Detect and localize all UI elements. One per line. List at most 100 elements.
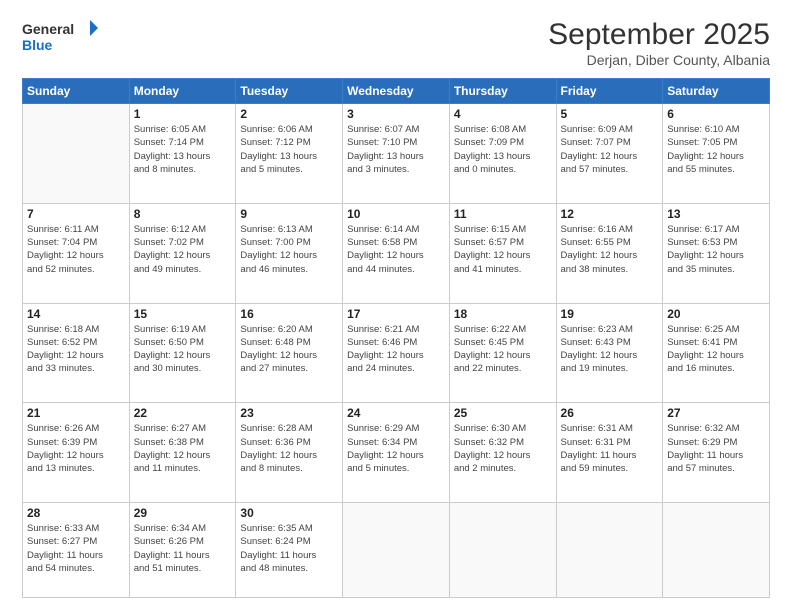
day-info: Sunrise: 6:33 AM Sunset: 6:27 PM Dayligh…	[27, 522, 125, 575]
day-number: 22	[134, 406, 232, 420]
day-info: Sunrise: 6:06 AM Sunset: 7:12 PM Dayligh…	[240, 123, 338, 176]
day-number: 12	[561, 207, 659, 221]
location-title: Derjan, Diber County, Albania	[548, 52, 770, 68]
day-number: 17	[347, 307, 445, 321]
day-number: 21	[27, 406, 125, 420]
day-cell	[556, 503, 663, 598]
day-number: 7	[27, 207, 125, 221]
day-cell: 2 Sunrise: 6:06 AM Sunset: 7:12 PM Daylig…	[236, 104, 343, 204]
day-cell: 19 Sunrise: 6:23 AM Sunset: 6:43 PM Dayli…	[556, 303, 663, 403]
day-number: 19	[561, 307, 659, 321]
day-cell: 3 Sunrise: 6:07 AM Sunset: 7:10 PM Daylig…	[343, 104, 450, 204]
day-cell: 12Sunrise: 6:16 AM Sunset: 6:55 PM Dayli…	[556, 203, 663, 303]
week-row-5: 28 Sunrise: 6:33 AM Sunset: 6:27 PM Dayli…	[23, 503, 770, 598]
logo: General Blue	[22, 18, 102, 56]
day-number: 6	[667, 107, 765, 121]
day-cell: 23 Sunrise: 6:28 AM Sunset: 6:36 PM Dayli…	[236, 403, 343, 503]
day-cell	[449, 503, 556, 598]
logo-svg: General Blue	[22, 18, 102, 56]
day-number: 20	[667, 307, 765, 321]
day-cell: 29 Sunrise: 6:34 AM Sunset: 6:26 PM Dayli…	[129, 503, 236, 598]
day-number: 16	[240, 307, 338, 321]
col-header-saturday: Saturday	[663, 79, 770, 104]
day-cell: 26Sunrise: 6:31 AM Sunset: 6:31 PM Dayli…	[556, 403, 663, 503]
day-info: Sunrise: 6:19 AM Sunset: 6:50 PM Dayligh…	[134, 323, 232, 376]
day-cell: 11 Sunrise: 6:15 AM Sunset: 6:57 PM Dayli…	[449, 203, 556, 303]
day-number: 26	[561, 406, 659, 420]
col-header-monday: Monday	[129, 79, 236, 104]
day-info: Sunrise: 6:05 AM Sunset: 7:14 PM Dayligh…	[134, 123, 232, 176]
day-cell: 28 Sunrise: 6:33 AM Sunset: 6:27 PM Dayli…	[23, 503, 130, 598]
day-number: 29	[134, 506, 232, 520]
title-area: September 2025 Derjan, Diber County, Alb…	[548, 18, 770, 68]
col-header-sunday: Sunday	[23, 79, 130, 104]
day-info: Sunrise: 6:15 AM Sunset: 6:57 PM Dayligh…	[454, 223, 552, 276]
day-number: 18	[454, 307, 552, 321]
day-number: 3	[347, 107, 445, 121]
day-number: 14	[27, 307, 125, 321]
day-cell: 7 Sunrise: 6:11 AM Sunset: 7:04 PM Daylig…	[23, 203, 130, 303]
day-cell: 1Sunrise: 6:05 AM Sunset: 7:14 PM Daylig…	[129, 104, 236, 204]
day-info: Sunrise: 6:27 AM Sunset: 6:38 PM Dayligh…	[134, 422, 232, 475]
day-info: Sunrise: 6:12 AM Sunset: 7:02 PM Dayligh…	[134, 223, 232, 276]
day-info: Sunrise: 6:17 AM Sunset: 6:53 PM Dayligh…	[667, 223, 765, 276]
day-cell	[23, 104, 130, 204]
day-number: 9	[240, 207, 338, 221]
day-number: 5	[561, 107, 659, 121]
day-number: 27	[667, 406, 765, 420]
day-info: Sunrise: 6:18 AM Sunset: 6:52 PM Dayligh…	[27, 323, 125, 376]
day-number: 30	[240, 506, 338, 520]
day-number: 25	[454, 406, 552, 420]
day-number: 23	[240, 406, 338, 420]
day-info: Sunrise: 6:35 AM Sunset: 6:24 PM Dayligh…	[240, 522, 338, 575]
day-info: Sunrise: 6:07 AM Sunset: 7:10 PM Dayligh…	[347, 123, 445, 176]
day-number: 10	[347, 207, 445, 221]
day-number: 2	[240, 107, 338, 121]
day-cell: 6 Sunrise: 6:10 AM Sunset: 7:05 PM Daylig…	[663, 104, 770, 204]
day-info: Sunrise: 6:09 AM Sunset: 7:07 PM Dayligh…	[561, 123, 659, 176]
day-cell: 16 Sunrise: 6:20 AM Sunset: 6:48 PM Dayli…	[236, 303, 343, 403]
day-info: Sunrise: 6:14 AM Sunset: 6:58 PM Dayligh…	[347, 223, 445, 276]
day-cell: 13 Sunrise: 6:17 AM Sunset: 6:53 PM Dayli…	[663, 203, 770, 303]
col-header-friday: Friday	[556, 79, 663, 104]
day-number: 15	[134, 307, 232, 321]
day-number: 11	[454, 207, 552, 221]
day-info: Sunrise: 6:30 AM Sunset: 6:32 PM Dayligh…	[454, 422, 552, 475]
day-info: Sunrise: 6:20 AM Sunset: 6:48 PM Dayligh…	[240, 323, 338, 376]
week-row-1: 1Sunrise: 6:05 AM Sunset: 7:14 PM Daylig…	[23, 104, 770, 204]
day-info: Sunrise: 6:25 AM Sunset: 6:41 PM Dayligh…	[667, 323, 765, 376]
day-number: 13	[667, 207, 765, 221]
svg-text:General: General	[22, 21, 74, 37]
day-cell: 15 Sunrise: 6:19 AM Sunset: 6:50 PM Dayli…	[129, 303, 236, 403]
day-number: 28	[27, 506, 125, 520]
col-header-wednesday: Wednesday	[343, 79, 450, 104]
day-info: Sunrise: 6:21 AM Sunset: 6:46 PM Dayligh…	[347, 323, 445, 376]
day-number: 8	[134, 207, 232, 221]
day-number: 4	[454, 107, 552, 121]
day-cell: 17 Sunrise: 6:21 AM Sunset: 6:46 PM Dayli…	[343, 303, 450, 403]
day-info: Sunrise: 6:29 AM Sunset: 6:34 PM Dayligh…	[347, 422, 445, 475]
week-row-4: 21 Sunrise: 6:26 AM Sunset: 6:39 PM Dayli…	[23, 403, 770, 503]
day-cell: 22 Sunrise: 6:27 AM Sunset: 6:38 PM Dayli…	[129, 403, 236, 503]
day-cell: 30 Sunrise: 6:35 AM Sunset: 6:24 PM Dayli…	[236, 503, 343, 598]
day-info: Sunrise: 6:23 AM Sunset: 6:43 PM Dayligh…	[561, 323, 659, 376]
header: General Blue September 2025 Derjan, Dibe…	[22, 18, 770, 68]
day-cell: 27 Sunrise: 6:32 AM Sunset: 6:29 PM Dayli…	[663, 403, 770, 503]
day-info: Sunrise: 6:11 AM Sunset: 7:04 PM Dayligh…	[27, 223, 125, 276]
week-row-2: 7 Sunrise: 6:11 AM Sunset: 7:04 PM Daylig…	[23, 203, 770, 303]
day-cell: 25 Sunrise: 6:30 AM Sunset: 6:32 PM Dayli…	[449, 403, 556, 503]
day-cell: 21 Sunrise: 6:26 AM Sunset: 6:39 PM Dayli…	[23, 403, 130, 503]
calendar-table: SundayMondayTuesdayWednesdayThursdayFrid…	[22, 78, 770, 598]
day-cell: 14 Sunrise: 6:18 AM Sunset: 6:52 PM Dayli…	[23, 303, 130, 403]
day-info: Sunrise: 6:26 AM Sunset: 6:39 PM Dayligh…	[27, 422, 125, 475]
day-info: Sunrise: 6:32 AM Sunset: 6:29 PM Dayligh…	[667, 422, 765, 475]
day-info: Sunrise: 6:34 AM Sunset: 6:26 PM Dayligh…	[134, 522, 232, 575]
day-cell: 24Sunrise: 6:29 AM Sunset: 6:34 PM Dayli…	[343, 403, 450, 503]
day-info: Sunrise: 6:28 AM Sunset: 6:36 PM Dayligh…	[240, 422, 338, 475]
day-cell: 20 Sunrise: 6:25 AM Sunset: 6:41 PM Dayli…	[663, 303, 770, 403]
day-info: Sunrise: 6:10 AM Sunset: 7:05 PM Dayligh…	[667, 123, 765, 176]
week-row-3: 14 Sunrise: 6:18 AM Sunset: 6:52 PM Dayli…	[23, 303, 770, 403]
day-cell: 5 Sunrise: 6:09 AM Sunset: 7:07 PM Daylig…	[556, 104, 663, 204]
col-header-thursday: Thursday	[449, 79, 556, 104]
day-cell	[343, 503, 450, 598]
